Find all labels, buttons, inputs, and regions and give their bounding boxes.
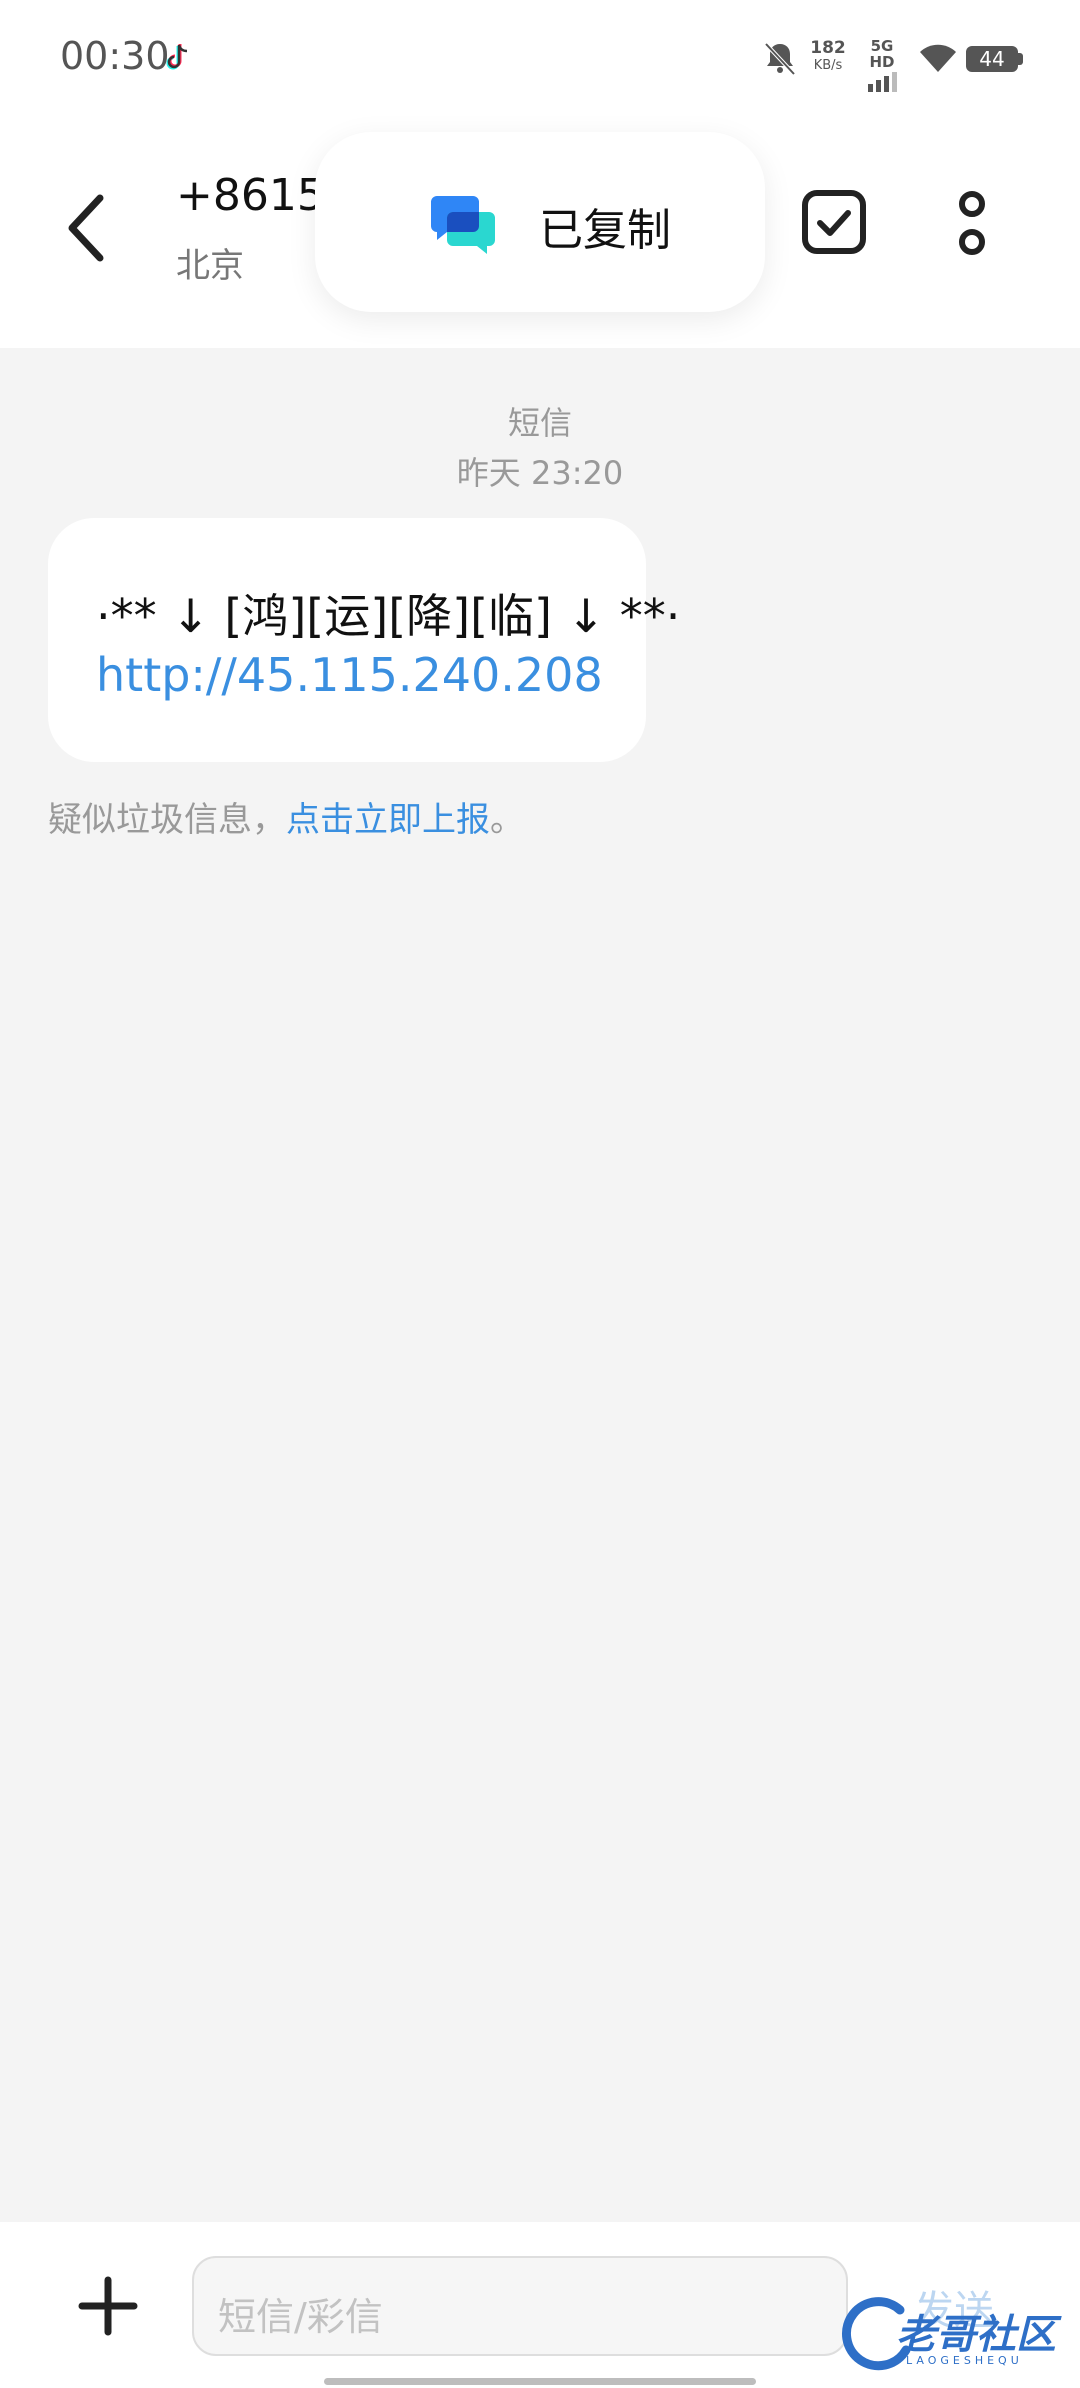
spam-notice: 疑似垃圾信息，点击立即上报。 [48, 792, 524, 841]
battery-indicator: 44 [966, 46, 1018, 72]
more-options-icon[interactable] [950, 186, 994, 260]
signal-indicator: 5G HD [856, 37, 908, 92]
net-speed-unit: KB/s [813, 58, 843, 73]
message-type-label: 短信 [507, 404, 572, 442]
select-checkbox-icon[interactable] [800, 188, 868, 256]
network-type: 5G HD [869, 37, 895, 71]
spam-notice-suffix: 。 [490, 800, 524, 840]
report-spam-link[interactable]: 点击立即上报 [286, 800, 490, 840]
tiktok-icon [166, 44, 188, 70]
contact-phone-number: +8615 [176, 170, 325, 221]
mute-bell-icon [764, 42, 796, 76]
message-input-placeholder: 短信/彩信 [218, 2295, 383, 2339]
home-indicator[interactable] [324, 2378, 756, 2385]
message-bubble[interactable]: ·** ↓ [鸿][运][降][临] ↓ **· http://45.115.2… [48, 518, 680, 762]
copied-toast: 已复制 [315, 132, 765, 312]
signal-bars-icon [868, 72, 897, 92]
message-link[interactable]: http://45.115.240.208 [96, 648, 603, 702]
site-watermark: 老哥社区 LAOGESHEQU [836, 2294, 1076, 2380]
add-attachment-icon[interactable] [78, 2276, 138, 2336]
watermark-text: 老哥社区 [896, 2312, 1056, 2358]
message-text: ·** ↓ [鸿][运][降][临] ↓ **· [96, 589, 681, 643]
net-speed-value: 182 [810, 38, 846, 58]
status-time: 00:30 [60, 34, 170, 78]
message-composer: 短信/彩信 发送 老哥社区 LAOGESHEQU [0, 2222, 1080, 2388]
watermark-subtext: LAOGESHEQU [906, 2354, 1023, 2367]
spam-notice-prefix: 疑似垃圾信息， [48, 800, 286, 840]
contact-location: 北京 [176, 246, 244, 286]
battery-tip [1018, 53, 1023, 65]
status-bar: 00:30 182 KB/s 5G HD 44 [0, 0, 1080, 118]
toast-message: 已复制 [539, 205, 671, 256]
net-speed: 182 KB/s [802, 40, 854, 74]
wifi-icon [920, 44, 956, 72]
back-arrow-icon[interactable] [60, 190, 116, 266]
messages-app-icon [425, 184, 501, 260]
message-timestamp: 昨天 23:20 [456, 454, 624, 492]
message-input[interactable]: 短信/彩信 [192, 2256, 848, 2356]
